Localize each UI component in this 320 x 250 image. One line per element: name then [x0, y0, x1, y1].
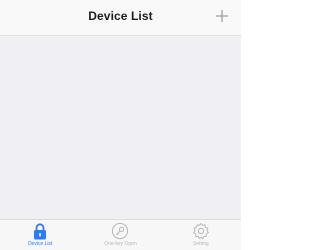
plus-icon — [216, 10, 228, 22]
lock-icon — [30, 222, 50, 240]
add-device-button[interactable] — [211, 5, 233, 27]
key-icon — [110, 222, 130, 240]
tab-setting[interactable]: Setting — [161, 220, 241, 250]
device-list-area — [0, 36, 241, 219]
tab-device-list[interactable]: Device List — [0, 220, 80, 250]
tab-bar: Device List One-key Open Setting — [0, 219, 241, 250]
page-title: Device List — [88, 9, 153, 23]
tab-one-key-open[interactable]: One-key Open — [80, 220, 160, 250]
tab-label: Setting — [193, 241, 209, 247]
tab-label: Device List — [27, 241, 53, 247]
gear-icon — [191, 222, 211, 240]
tab-label: One-key Open — [104, 241, 137, 247]
navigation-bar: Device List — [0, 0, 241, 36]
app-screen: Device List Device List One-key Open Set… — [0, 0, 241, 250]
